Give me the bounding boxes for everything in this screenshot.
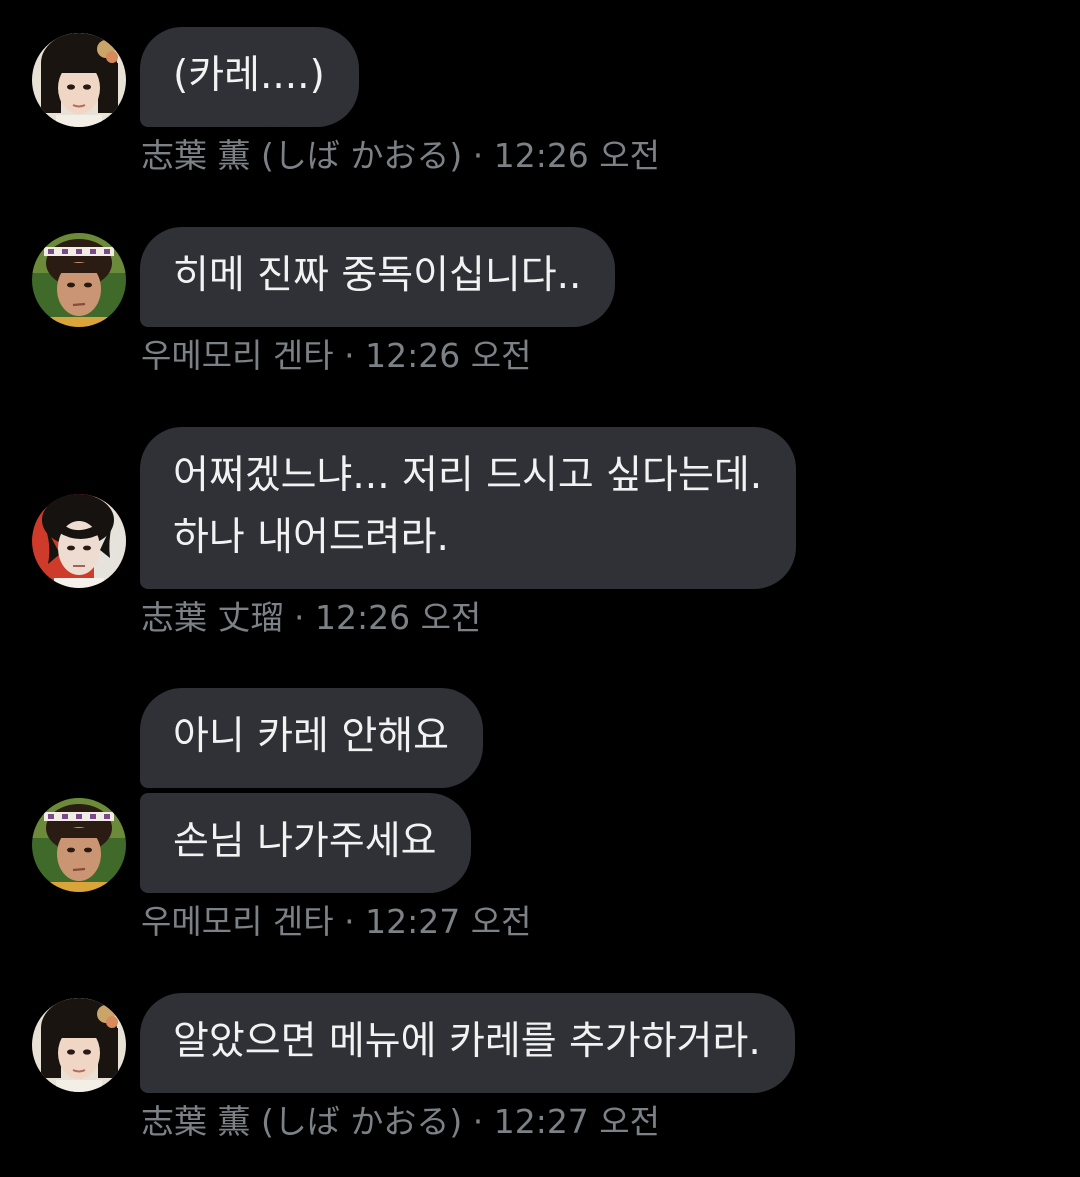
avatar-takeru[interactable]	[32, 494, 126, 588]
chat-thread: (카레....) 志葉 薫 (しば かおる) · 12:26 오전 히메 진짜 …	[0, 0, 1080, 1177]
sender-name: 志葉 薫 (しば かおる)	[141, 1102, 463, 1141]
sender-name: 우메모리 겐타	[141, 336, 334, 375]
message-text: 히메 진짜 중독이십니다..	[173, 253, 582, 298]
timestamp: 12:26 오전	[493, 136, 661, 175]
message-text-line: 하나 내어드려라.	[173, 515, 449, 560]
message-text: 손님 나가주세요	[173, 819, 437, 864]
meta-separator: ·	[462, 136, 494, 175]
message-meta: 우메모리 겐타 · 12:27 오전	[141, 902, 531, 942]
sender-name: 우메모리 겐타	[141, 902, 334, 941]
message-text: 알았으면 메뉴에 카레를 추가하거라.	[173, 1019, 761, 1064]
avatar-kaoru[interactable]	[32, 998, 126, 1092]
timestamp: 12:26 오전	[365, 336, 532, 375]
message-text: 아니 카레 안해요	[173, 714, 449, 759]
message-bubble[interactable]: 어쩌겠느냐... 저리 드시고 싶다는데. 하나 내어드려라.	[140, 427, 797, 589]
avatar-genta[interactable]	[32, 798, 126, 892]
message-meta: 志葉 丈瑠 · 12:26 오전	[141, 598, 481, 638]
message-bubble[interactable]: 히메 진짜 중독이십니다..	[140, 227, 616, 327]
avatar-kaoru[interactable]	[32, 33, 126, 127]
message-bubble[interactable]: 알았으면 메뉴에 카레를 추가하거라.	[140, 993, 795, 1093]
message-bubble[interactable]: (카레....)	[140, 27, 359, 127]
message-bubble[interactable]: 아니 카레 안해요	[140, 688, 483, 788]
message-text: (카레....)	[173, 53, 325, 98]
meta-separator: ·	[462, 1102, 494, 1141]
message-meta: 志葉 薫 (しば かおる) · 12:26 오전	[141, 136, 660, 176]
timestamp: 12:26 오전	[314, 598, 482, 637]
meta-separator: ·	[283, 598, 315, 637]
sender-name: 志葉 丈瑠	[141, 598, 284, 637]
message-meta: 우메모리 겐타 · 12:26 오전	[141, 336, 531, 376]
timestamp: 12:27 오전	[365, 902, 532, 941]
sender-name: 志葉 薫 (しば かおる)	[141, 136, 463, 175]
message-text-line: 어쩌겠느냐... 저리 드시고 싶다는데.	[173, 453, 763, 498]
avatar-genta[interactable]	[32, 233, 126, 327]
meta-separator: ·	[333, 902, 366, 941]
timestamp: 12:27 오전	[493, 1102, 661, 1141]
message-bubble[interactable]: 손님 나가주세요	[140, 793, 471, 893]
message-meta: 志葉 薫 (しば かおる) · 12:27 오전	[141, 1102, 660, 1142]
meta-separator: ·	[333, 336, 366, 375]
